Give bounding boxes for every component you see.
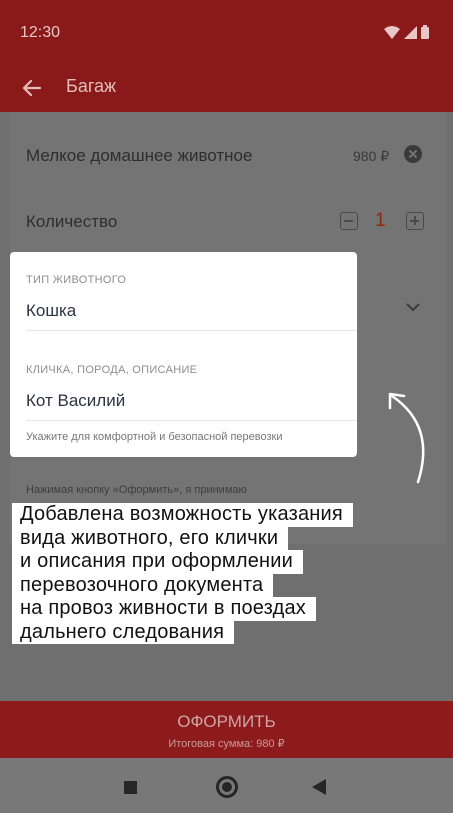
home-icon[interactable] <box>216 776 238 798</box>
signal-icon <box>404 25 417 39</box>
agreement-text: Нажимая кнопку «Оформить», я принимаю <box>26 484 247 496</box>
pet-item-label: Мелкое домашнее животное <box>26 146 253 165</box>
battery-icon <box>421 25 429 39</box>
animal-name-label: КЛИЧКА, ПОРОДА, ОПИСАНИЕ <box>26 364 198 376</box>
page-title: Багаж <box>66 76 117 96</box>
quantity-decrement-button[interactable] <box>340 212 358 230</box>
caption-line: и описания при оформлении <box>12 550 304 574</box>
arrow-left-icon[interactable] <box>20 76 44 100</box>
divider <box>26 420 357 421</box>
wifi-icon <box>384 25 400 39</box>
animal-type-field[interactable]: Кошка <box>26 301 76 321</box>
status-time: 12:30 <box>20 24 61 41</box>
order-button-label: ОФОРМИТЬ <box>177 712 276 731</box>
caption-line: Добавлена возможность указания <box>12 503 353 527</box>
system-nav-bar <box>0 758 453 813</box>
caption-line: вида животного, его клички <box>12 526 289 550</box>
caption-line: дальнего следования <box>12 620 235 644</box>
recent-apps-icon[interactable] <box>124 781 137 794</box>
pet-item-price: 980 ₽ <box>353 148 390 164</box>
back-triangle-icon[interactable] <box>312 779 326 795</box>
quantity-label: Количество <box>26 212 118 231</box>
status-icons <box>384 25 429 39</box>
animal-name-field[interactable]: Кот Василий <box>26 391 125 411</box>
field-hint: Укажите для комфортной и безопасной пере… <box>26 431 283 443</box>
remove-item-icon[interactable] <box>404 145 422 163</box>
status-bar: 12:30 <box>0 0 453 64</box>
animal-type-label: ТИП ЖИВОТНОГО <box>26 274 127 286</box>
chevron-down-icon[interactable] <box>406 302 420 312</box>
curved-arrow-icon <box>388 392 425 484</box>
divider <box>26 330 357 331</box>
order-total: Итоговая сумма: 980 ₽ <box>168 738 285 750</box>
quantity-value: 1 <box>375 210 386 231</box>
caption-line: перевозочного документа <box>12 573 274 597</box>
caption: Добавлена возможность указания вида живо… <box>12 503 353 644</box>
caption-line: на провоз живности в поездах <box>12 597 317 621</box>
order-button[interactable]: ОФОРМИТЬ Итоговая сумма: 980 ₽ <box>0 701 453 758</box>
app-bar: Багаж <box>0 64 453 112</box>
animal-details-card: ТИП ЖИВОТНОГО Кошка КЛИЧКА, ПОРОДА, ОПИС… <box>10 252 357 457</box>
quantity-increment-button[interactable] <box>406 212 424 230</box>
